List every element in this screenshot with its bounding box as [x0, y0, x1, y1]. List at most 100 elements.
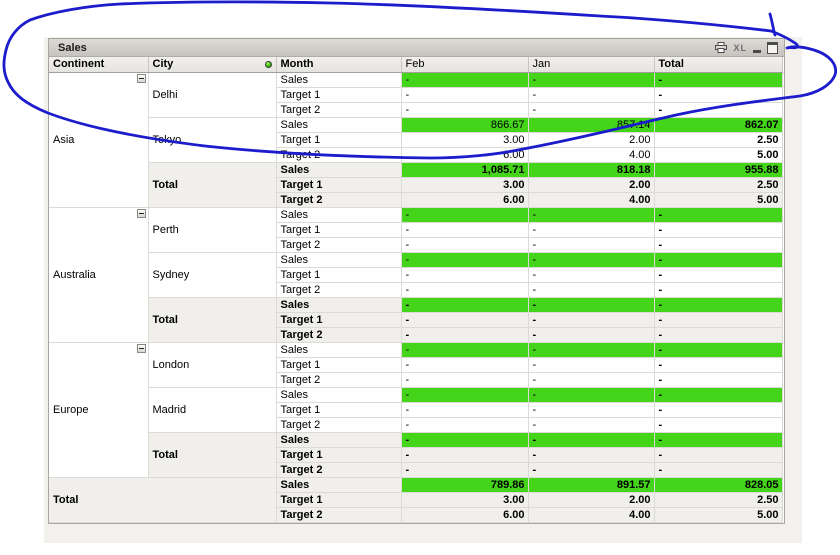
month-cell[interactable]: Target 1: [276, 267, 402, 283]
value-cell[interactable]: -: [654, 342, 783, 358]
month-cell[interactable]: Sales: [276, 72, 402, 88]
value-cell[interactable]: 3.00: [401, 177, 529, 193]
value-cell[interactable]: -: [528, 387, 655, 403]
value-cell[interactable]: -: [528, 312, 655, 328]
value-cell[interactable]: -: [528, 417, 655, 433]
value-cell[interactable]: -: [528, 357, 655, 373]
col-header-jan[interactable]: Jan: [528, 57, 655, 73]
city-cell[interactable]: Sydney: [148, 252, 277, 298]
value-cell[interactable]: 828.05: [654, 477, 783, 493]
value-cell[interactable]: 818.18: [528, 162, 655, 178]
value-cell[interactable]: 4.00: [528, 147, 655, 163]
col-header-month[interactable]: Month: [276, 57, 402, 73]
maximize-icon[interactable]: [767, 41, 778, 54]
value-cell[interactable]: -: [401, 102, 529, 118]
value-cell[interactable]: -: [654, 252, 783, 268]
value-cell[interactable]: -: [401, 222, 529, 238]
minimize-icon[interactable]: [753, 49, 761, 53]
value-cell[interactable]: 857.14: [528, 117, 655, 133]
month-cell[interactable]: Target 1: [276, 222, 402, 238]
value-cell[interactable]: -: [654, 222, 783, 238]
continent-cell[interactable]: Asia: [49, 72, 149, 208]
value-cell[interactable]: -: [528, 252, 655, 268]
grand-total-label-cell[interactable]: Total: [49, 477, 277, 523]
value-cell[interactable]: 2.00: [528, 492, 655, 508]
value-cell[interactable]: 6.00: [401, 192, 529, 208]
month-cell[interactable]: Target 2: [276, 417, 402, 433]
value-cell[interactable]: 6.00: [401, 147, 529, 163]
value-cell[interactable]: -: [528, 72, 655, 88]
value-cell[interactable]: -: [528, 222, 655, 238]
export-excel-icon[interactable]: XL: [733, 43, 747, 53]
value-cell[interactable]: -: [528, 447, 655, 463]
value-cell[interactable]: -: [654, 267, 783, 283]
month-cell[interactable]: Sales: [276, 297, 402, 313]
value-cell[interactable]: -: [528, 282, 655, 298]
city-cell[interactable]: Total: [148, 432, 277, 478]
collapse-icon[interactable]: [136, 208, 146, 218]
value-cell[interactable]: -: [401, 402, 529, 418]
month-cell[interactable]: Sales: [276, 477, 402, 493]
month-cell[interactable]: Target 1: [276, 132, 402, 148]
value-cell[interactable]: -: [528, 432, 655, 448]
value-cell[interactable]: 5.00: [654, 507, 783, 523]
value-cell[interactable]: 1,085.71: [401, 162, 529, 178]
value-cell[interactable]: 891.57: [528, 477, 655, 493]
value-cell[interactable]: -: [528, 237, 655, 253]
value-cell[interactable]: -: [401, 252, 529, 268]
value-cell[interactable]: -: [401, 72, 529, 88]
value-cell[interactable]: 866.67: [401, 117, 529, 133]
value-cell[interactable]: -: [401, 87, 529, 103]
value-cell[interactable]: -: [654, 282, 783, 298]
month-cell[interactable]: Target 1: [276, 492, 402, 508]
month-cell[interactable]: Target 1: [276, 177, 402, 193]
city-cell[interactable]: Total: [148, 162, 277, 208]
value-cell[interactable]: -: [654, 357, 783, 373]
city-cell[interactable]: London: [148, 342, 277, 388]
city-cell[interactable]: Total: [148, 297, 277, 343]
value-cell[interactable]: -: [401, 357, 529, 373]
value-cell[interactable]: 955.88: [654, 162, 783, 178]
collapse-icon[interactable]: [136, 73, 146, 83]
value-cell[interactable]: 2.00: [528, 132, 655, 148]
value-cell[interactable]: -: [528, 87, 655, 103]
month-cell[interactable]: Target 1: [276, 447, 402, 463]
month-cell[interactable]: Target 1: [276, 312, 402, 328]
month-cell[interactable]: Sales: [276, 387, 402, 403]
value-cell[interactable]: -: [654, 87, 783, 103]
value-cell[interactable]: 6.00: [401, 507, 529, 523]
value-cell[interactable]: -: [528, 372, 655, 388]
value-cell[interactable]: -: [654, 402, 783, 418]
value-cell[interactable]: 789.86: [401, 477, 529, 493]
value-cell[interactable]: -: [654, 327, 783, 343]
value-cell[interactable]: 4.00: [528, 507, 655, 523]
continent-cell[interactable]: Australia: [49, 207, 149, 343]
month-cell[interactable]: Sales: [276, 252, 402, 268]
value-cell[interactable]: -: [528, 102, 655, 118]
value-cell[interactable]: -: [528, 462, 655, 478]
value-cell[interactable]: -: [528, 327, 655, 343]
value-cell[interactable]: -: [654, 387, 783, 403]
city-cell[interactable]: Delhi: [148, 72, 277, 118]
month-cell[interactable]: Target 2: [276, 507, 402, 523]
month-cell[interactable]: Target 2: [276, 372, 402, 388]
value-cell[interactable]: -: [401, 207, 529, 223]
print-icon[interactable]: [715, 42, 728, 53]
month-cell[interactable]: Sales: [276, 342, 402, 358]
value-cell[interactable]: -: [528, 297, 655, 313]
value-cell[interactable]: -: [401, 372, 529, 388]
value-cell[interactable]: -: [654, 372, 783, 388]
value-cell[interactable]: -: [401, 267, 529, 283]
value-cell[interactable]: -: [654, 447, 783, 463]
value-cell[interactable]: -: [401, 342, 529, 358]
value-cell[interactable]: -: [654, 297, 783, 313]
value-cell[interactable]: -: [401, 417, 529, 433]
value-cell[interactable]: 2.50: [654, 132, 783, 148]
value-cell[interactable]: -: [654, 462, 783, 478]
city-cell[interactable]: Perth: [148, 207, 277, 253]
value-cell[interactable]: 5.00: [654, 192, 783, 208]
collapse-icon[interactable]: [136, 343, 146, 353]
month-cell[interactable]: Target 2: [276, 327, 402, 343]
value-cell[interactable]: -: [401, 312, 529, 328]
value-cell[interactable]: 2.50: [654, 492, 783, 508]
